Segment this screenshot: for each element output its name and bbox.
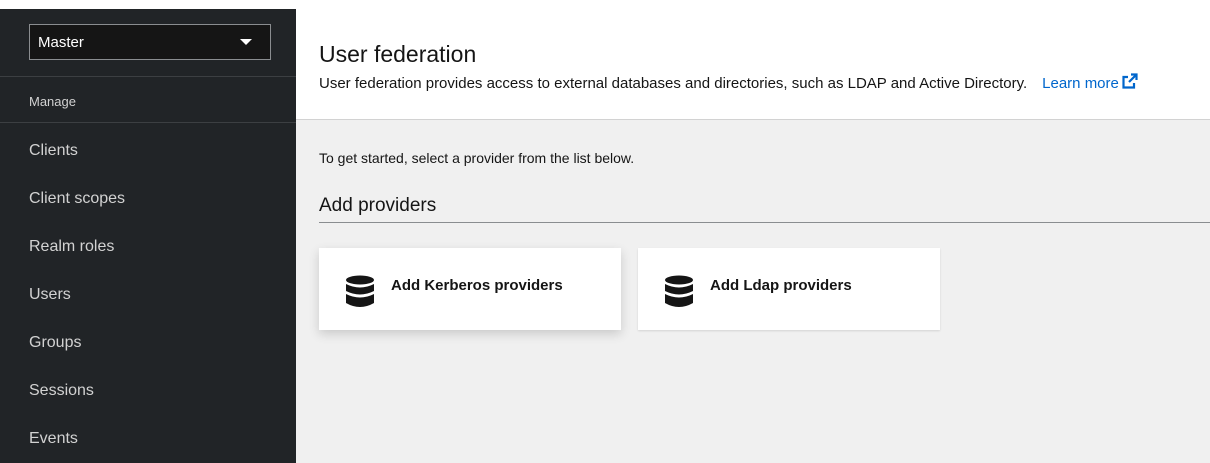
app-layout: Master Manage Clients Client scopes Real… [0,0,1210,463]
realm-selector-value: Master [38,33,84,51]
sidebar-item-clients[interactable]: Clients [0,127,296,175]
sidebar-item-realm-roles[interactable]: Realm roles [0,223,296,271]
add-kerberos-providers-card[interactable]: Add Kerberos providers [319,248,621,330]
learn-more-label: Learn more [1042,74,1119,92]
sidebar: Master Manage Clients Client scopes Real… [0,9,296,463]
sidebar-item-events[interactable]: Events [0,415,296,463]
external-link-icon [1122,73,1138,93]
database-icon [664,275,694,309]
card-label: Add Ldap providers [710,276,852,294]
sidebar-item-users[interactable]: Users [0,271,296,319]
page-header: User federation User federation provides… [296,9,1210,120]
sidebar-item-groups[interactable]: Groups [0,319,296,367]
page-description-text: User federation provides access to exter… [319,74,1028,92]
main-content: User federation User federation provides… [296,9,1210,463]
database-icon [345,275,375,309]
sidebar-item-sessions[interactable]: Sessions [0,367,296,415]
page-title: User federation [319,41,477,67]
providers-section: To get started, select a provider from t… [296,120,1210,463]
realm-selector[interactable]: Master [29,24,271,60]
add-providers-title: Add providers [319,195,437,216]
section-divider [319,222,1210,223]
caret-down-icon [240,39,252,45]
sidebar-nav: Clients Client scopes Realm roles Users … [0,127,296,463]
sidebar-divider [0,122,296,123]
sidebar-divider [0,76,296,77]
sidebar-section-title: Manage [29,94,76,109]
add-ldap-providers-card[interactable]: Add Ldap providers [638,248,940,330]
card-label: Add Kerberos providers [391,276,563,294]
sidebar-item-client-scopes[interactable]: Client scopes [0,175,296,223]
intro-text: To get started, select a provider from t… [319,150,635,166]
page-description: User federation provides access to exter… [319,73,1138,93]
learn-more-link[interactable]: Learn more [1042,73,1138,93]
